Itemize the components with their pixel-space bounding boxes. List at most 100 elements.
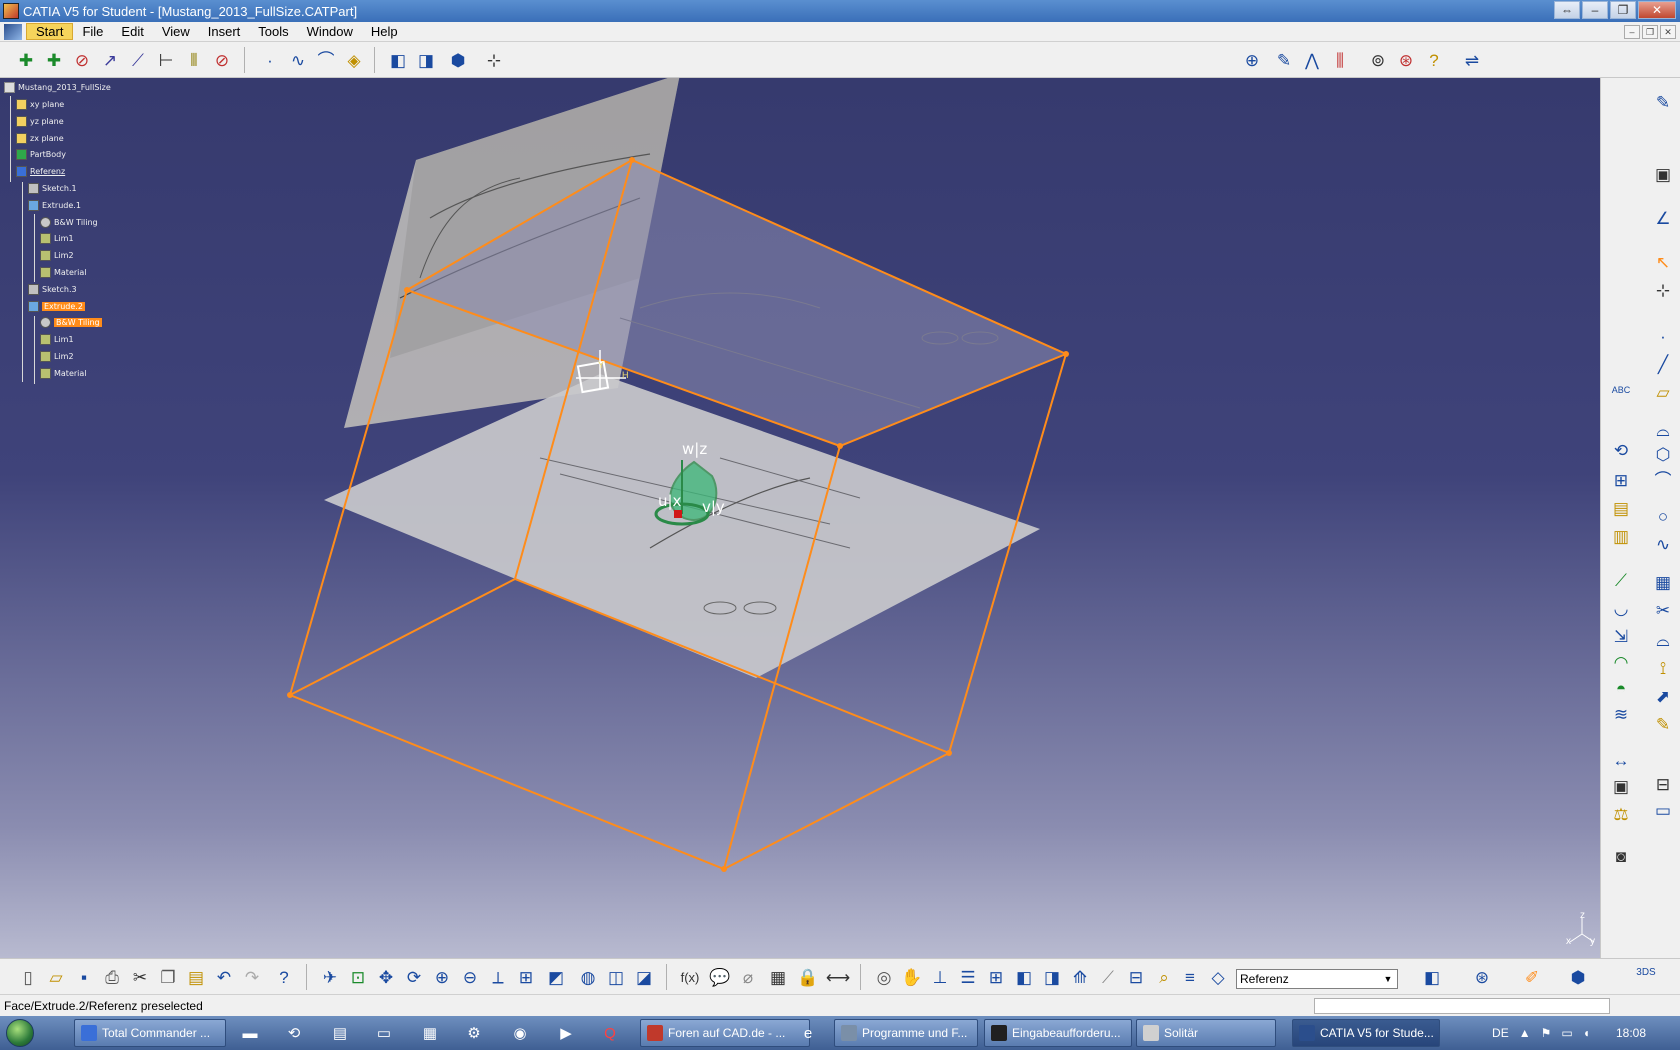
- offset-icon[interactable]: ▤: [1609, 496, 1633, 520]
- menu-view[interactable]: View: [153, 24, 199, 39]
- new-icon[interactable]: ▯: [16, 965, 40, 989]
- repetition-icon[interactable]: ⟲: [1609, 438, 1633, 462]
- tree-root[interactable]: Mustang_2013_FullSize: [4, 82, 111, 93]
- porcupine-icon[interactable]: ⫼: [1328, 48, 1352, 72]
- tray-arrow-icon[interactable]: ▲: [1519, 1026, 1531, 1040]
- whats-this-icon[interactable]: ?: [272, 965, 296, 989]
- axis-icon[interactable]: ⊘: [70, 48, 94, 72]
- zoom-in-icon[interactable]: ⊕: [430, 965, 454, 989]
- media-icon[interactable]: ▶: [556, 1023, 576, 1043]
- point-icon[interactable]: ·: [1651, 324, 1675, 348]
- healing-icon[interactable]: ⟟: [1651, 656, 1675, 680]
- line-icon[interactable]: ✚: [42, 48, 66, 72]
- taskbar-item[interactable]: Foren auf CAD.de - ...: [640, 1019, 810, 1047]
- tree-node[interactable]: Lim1: [40, 233, 74, 245]
- menu-window[interactable]: Window: [298, 24, 362, 39]
- restore-window-button[interactable]: ⇔: [1554, 1, 1580, 19]
- undo-icon[interactable]: ↶: [212, 965, 236, 989]
- grid-icon[interactable]: ⊞: [984, 965, 1008, 989]
- menu-tools[interactable]: Tools: [249, 24, 297, 39]
- join-icon[interactable]: ▥: [1609, 524, 1633, 548]
- globe-icon[interactable]: ◉: [510, 1023, 530, 1043]
- calculator-icon[interactable]: ▦: [420, 1023, 440, 1043]
- copy-icon[interactable]: ❐: [156, 965, 180, 989]
- menu-edit[interactable]: Edit: [112, 24, 152, 39]
- measure-item-icon[interactable]: ▣: [1609, 774, 1633, 798]
- extrude-icon[interactable]: ⌓: [1651, 418, 1675, 442]
- loft-icon[interactable]: ◠: [1609, 650, 1633, 674]
- spline-icon[interactable]: ∿: [286, 48, 310, 72]
- taskbar-item[interactable]: Programme und F...: [834, 1019, 978, 1047]
- catia-app-icon[interactable]: [3, 3, 19, 19]
- tree-node[interactable]: PartBody: [16, 149, 66, 161]
- clock[interactable]: 18:08: [1616, 1026, 1646, 1040]
- layers-icon[interactable]: ≡: [1178, 965, 1202, 989]
- tree-node[interactable]: Lim1: [40, 334, 74, 346]
- redo-icon[interactable]: ↷: [240, 965, 264, 989]
- iso-view-icon[interactable]: ◩: [544, 965, 568, 989]
- no-update-icon[interactable]: ⊘: [210, 48, 234, 72]
- notes-icon[interactable]: ▤: [330, 1023, 350, 1043]
- menu-help[interactable]: Help: [362, 24, 407, 39]
- multi-section-icon[interactable]: ◓: [1609, 676, 1633, 700]
- tree-node[interactable]: B&W Tiling: [40, 216, 98, 228]
- lock-icon[interactable]: 🔒: [796, 965, 820, 989]
- surface-icon[interactable]: ⌒: [314, 48, 338, 72]
- translate-icon[interactable]: ⇲: [1609, 624, 1633, 648]
- chevron-down-icon[interactable]: ▼: [1381, 972, 1395, 986]
- save-icon[interactable]: ▪: [72, 965, 96, 989]
- volume-icon[interactable]: ◖: [1583, 1026, 1590, 1040]
- workbench-icon[interactable]: ⬢: [1566, 965, 1590, 989]
- tree-node[interactable]: Material: [40, 367, 87, 379]
- open-icon[interactable]: ▱: [44, 965, 68, 989]
- command-input[interactable]: [1314, 998, 1610, 1014]
- tree-node[interactable]: xy plane: [16, 99, 64, 110]
- horizontal-reference-image[interactable]: [324, 374, 1040, 678]
- swirl-icon[interactable]: ◎: [872, 965, 896, 989]
- body-icon[interactable]: ◨: [1040, 965, 1064, 989]
- catia-logo-icon[interactable]: [4, 23, 22, 40]
- help-icon[interactable]: ?: [1422, 48, 1446, 72]
- q-icon[interactable]: Q: [600, 1023, 620, 1043]
- comment-icon[interactable]: 💬: [708, 965, 732, 989]
- doc-close-button[interactable]: ✕: [1660, 24, 1676, 39]
- multi-view-icon[interactable]: ⊞: [514, 965, 538, 989]
- tree-node[interactable]: yz plane: [16, 115, 64, 127]
- blend-icon[interactable]: ⌓: [1651, 628, 1675, 652]
- tree-node[interactable]: Sketch.1: [28, 183, 77, 194]
- tree-node[interactable]: Sketch.3: [28, 283, 77, 295]
- intersection-icon[interactable]: ⫴: [182, 48, 206, 72]
- plane-icon[interactable]: ⟋: [126, 48, 150, 72]
- law-icon[interactable]: ✎: [1651, 712, 1675, 736]
- maximize-button[interactable]: ❐: [1610, 1, 1636, 19]
- spline-icon[interactable]: ∿: [1651, 532, 1675, 556]
- 3d-viewport[interactable]: Y H w|z u|x v|y Mustang_2013_FullSize xy…: [0, 78, 1600, 958]
- snap-icon[interactable]: ⊹: [482, 48, 506, 72]
- sweep-icon[interactable]: ⌒: [1651, 468, 1675, 492]
- layer-plane-icon[interactable]: ◇: [1206, 965, 1230, 989]
- trim-icon[interactable]: ✂: [1651, 598, 1675, 622]
- revolve-icon[interactable]: ⬡: [1651, 442, 1675, 466]
- menu-insert[interactable]: Insert: [199, 24, 250, 39]
- tree-node[interactable]: Referenz: [16, 166, 65, 178]
- pan-icon[interactable]: ✥: [374, 965, 398, 989]
- axis-system-icon[interactable]: ⊥: [928, 965, 952, 989]
- whats-this-icon[interactable]: ⇌: [1460, 48, 1484, 72]
- fill-icon[interactable]: ◈: [342, 48, 366, 72]
- select-icon[interactable]: ↖: [1651, 250, 1675, 274]
- tree-node[interactable]: Lim2: [40, 351, 74, 362]
- point-icon[interactable]: ✚: [14, 48, 38, 72]
- plane-icon[interactable]: ▱: [1651, 380, 1675, 404]
- profile-icon[interactable]: ∠: [1651, 206, 1675, 230]
- hierarchy-icon[interactable]: ⊟: [1651, 772, 1675, 796]
- paste-icon[interactable]: ▤: [184, 965, 208, 989]
- analysis-icon[interactable]: ◨: [414, 48, 438, 72]
- hand-icon[interactable]: ✋: [900, 965, 924, 989]
- graphic-properties-icon[interactable]: ◧: [1420, 965, 1444, 989]
- line-icon[interactable]: ╱: [1651, 352, 1675, 376]
- start-button[interactable]: [0, 1016, 40, 1050]
- tree-node[interactable]: zx plane: [16, 132, 64, 144]
- explorer-icon[interactable]: ▬: [240, 1023, 260, 1043]
- taskbar-item[interactable]: CATIA V5 for Stude...: [1292, 1019, 1440, 1047]
- scan-icon[interactable]: ◧: [1012, 965, 1036, 989]
